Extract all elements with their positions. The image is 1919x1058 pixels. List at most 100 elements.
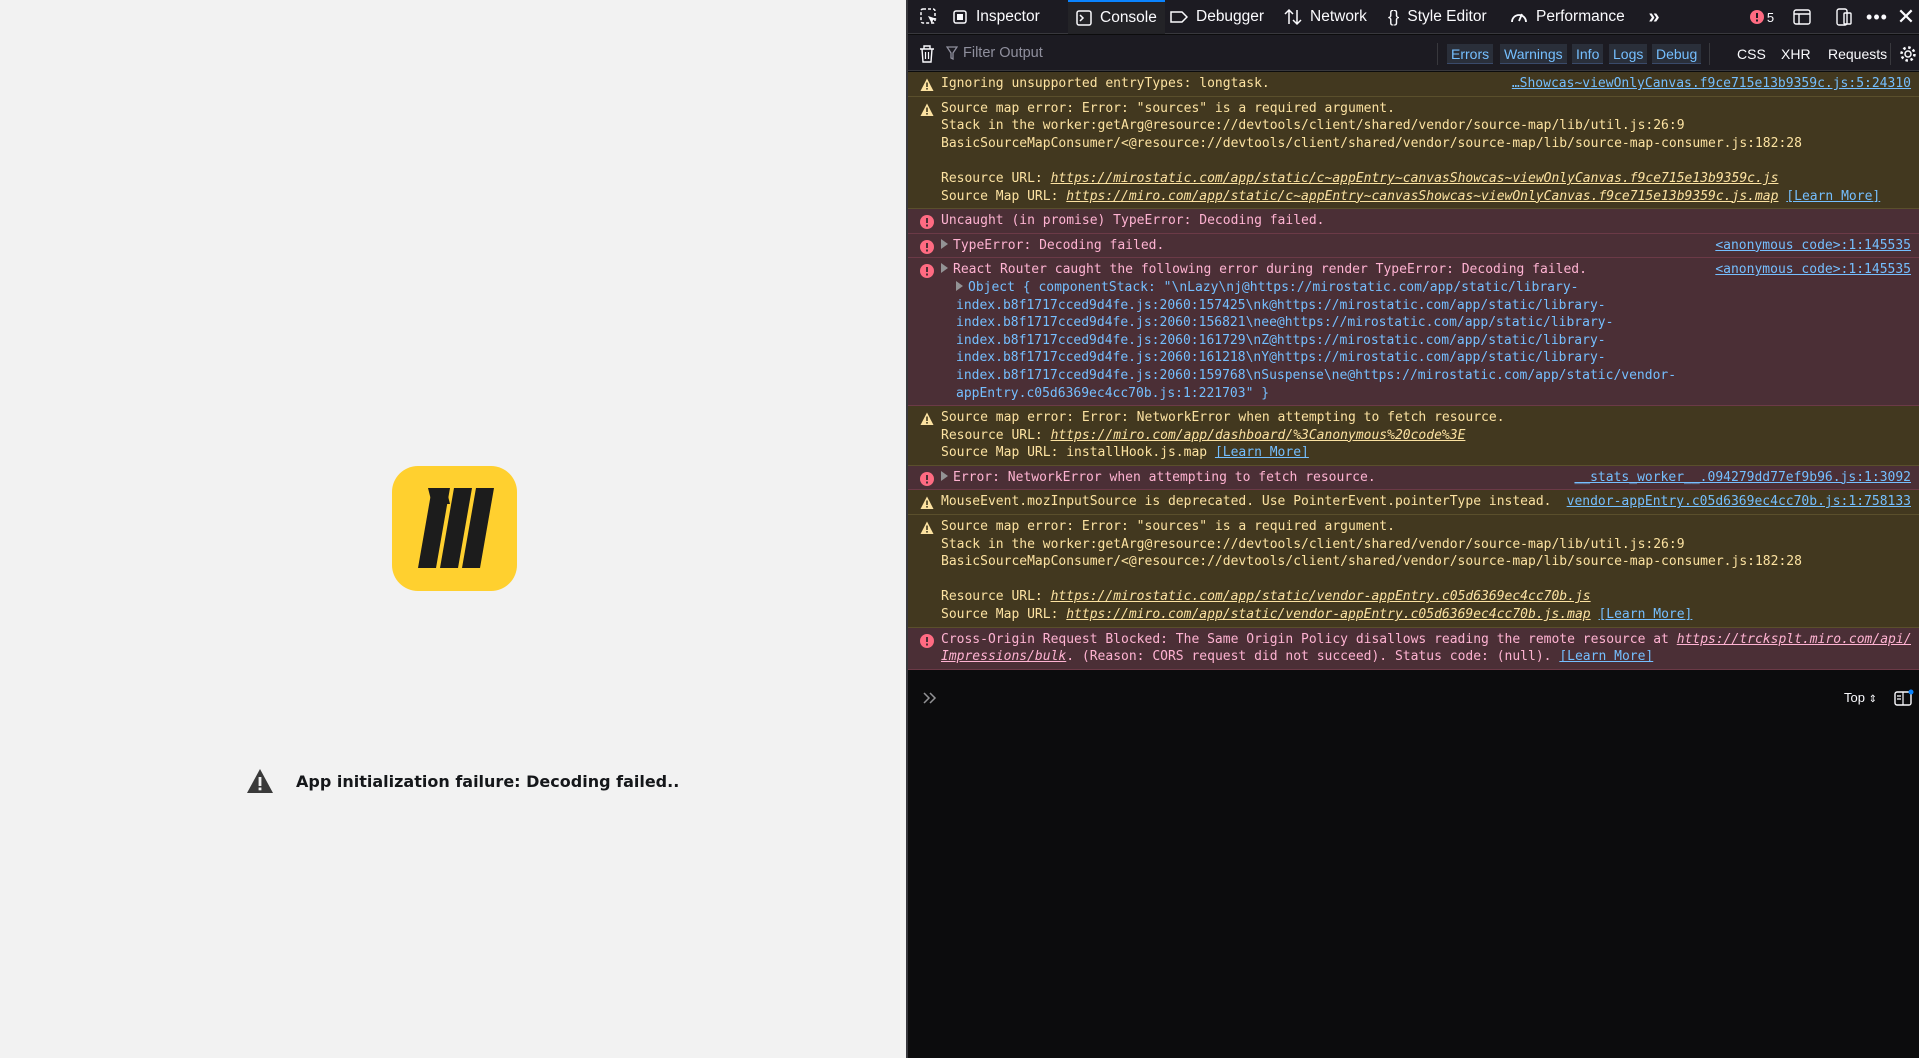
learn-more-link[interactable]: [Learn More]	[1559, 649, 1653, 664]
filter-css-button[interactable]: CSS	[1733, 44, 1770, 64]
tab-network[interactable]: Network	[1284, 0, 1367, 34]
source-map-url-link[interactable]: https://miro.com/app/static/c~appEntry~c…	[1066, 189, 1778, 204]
error-count: 5	[1766, 9, 1775, 25]
console-message-error: TypeError: Decoding failed. <anonymous c…	[908, 233, 1919, 259]
message-text: Source map error: Error: NetworkError wh…	[941, 410, 1505, 426]
filter-logs-button[interactable]: Logs	[1609, 44, 1648, 64]
message-text: Stack in the worker:getArg@resource://de…	[941, 536, 1685, 552]
message-source-link[interactable]: <anonymous code>:1:145535	[1715, 237, 1911, 255]
object-preview-line: index.b8f1717cced9d4fe.js:2060:161218\nY…	[956, 350, 1606, 366]
object-preview-line: appEntry.c05d6369ec4cc70b.js:1:221703" }	[956, 385, 1270, 401]
error-icon	[1749, 10, 1764, 24]
separator	[1709, 43, 1710, 65]
filter-debug-button[interactable]: Debug	[1652, 44, 1702, 64]
console-message-error: Uncaught (in promise) TypeError: Decodin…	[908, 209, 1919, 234]
close-icon[interactable]: ✕	[1893, 0, 1919, 34]
message-text: React Router caught the following error …	[953, 262, 1587, 278]
console-input-row[interactable]: Top ⇕	[908, 684, 1919, 714]
source-map-url-link[interactable]: https://miro.com/app/static/vendor-appEn…	[1066, 607, 1590, 622]
console-message-warning: MouseEvent.mozInputSource is deprecated.…	[908, 490, 1919, 516]
filter-warnings-button[interactable]: Warnings	[1500, 44, 1567, 64]
message-text: Source map error: Error: "sources" is a …	[941, 100, 1395, 116]
filter-errors-button[interactable]: Errors	[1447, 44, 1494, 64]
message-source-link[interactable]: __stats_worker__.094279dd77ef9b96.js:1:3…	[1574, 469, 1911, 487]
filter-output-input[interactable]	[963, 41, 1343, 65]
filter-icon	[946, 46, 958, 60]
message-source-link[interactable]: …Showcas~viewOnlyCanvas.f9ce715e13b9359c…	[1512, 75, 1911, 93]
sidebar-toggle-icon[interactable]	[1894, 689, 1914, 712]
console-message-warning: Source map error: Error: "sources" is a …	[908, 515, 1919, 628]
object-preview-line: index.b8f1717cced9d4fe.js:2060:157425\nk…	[956, 297, 1606, 313]
source-map-url-label: Source Map URL:	[941, 607, 1067, 623]
filter-xhr-button[interactable]: XHR	[1777, 44, 1815, 64]
message-source-link[interactable]: vendor-appEntry.c05d6369ec4cc70b.js:1:75…	[1567, 493, 1911, 511]
console-icon	[1076, 10, 1092, 26]
miro-logo-icon	[418, 488, 494, 568]
context-selector[interactable]: Top ⇕	[1844, 690, 1877, 705]
inspector-icon	[953, 10, 967, 24]
learn-more-link[interactable]: [Learn More]	[1215, 445, 1309, 460]
expand-object-icon[interactable]	[956, 280, 963, 291]
app-viewport: App initialization failure: Decoding fai…	[0, 0, 906, 1058]
clear-console-trash-icon[interactable]	[916, 37, 938, 71]
learn-more-link[interactable]: [Learn More]	[1598, 607, 1692, 622]
error-icon	[920, 471, 934, 486]
toolbox-layout-icon[interactable]	[1788, 0, 1816, 34]
resource-url-label: Resource URL:	[941, 427, 1051, 443]
error-count-badge[interactable]: 5	[1745, 0, 1779, 34]
object-preview-line: index.b8f1717cced9d4fe.js:2060:161729\nZ…	[956, 332, 1606, 348]
expand-toggle-icon[interactable]	[941, 263, 948, 274]
tab-style-editor[interactable]: {} Style Editor	[1388, 0, 1487, 34]
tab-console[interactable]: Console	[1068, 0, 1165, 34]
resource-url-link[interactable]: https://mirostatic.com/app/static/c~appE…	[1051, 171, 1779, 186]
console-message-error: Cross-Origin Request Blocked: The Same O…	[908, 627, 1919, 670]
devtools-panel: Inspector Console Debugger Network {} St…	[906, 0, 1919, 1058]
tab-debugger[interactable]: Debugger	[1170, 0, 1264, 34]
filter-requests-button[interactable]: Requests	[1824, 44, 1891, 64]
responsive-design-icon[interactable]	[1830, 0, 1858, 34]
separator	[1890, 43, 1891, 65]
error-icon	[920, 633, 934, 648]
more-options-icon[interactable]: •••	[1863, 0, 1891, 34]
resource-url-label: Resource URL:	[941, 589, 1051, 605]
console-output: Ignoring unsupported entryTypes: longtas…	[908, 72, 1919, 670]
resource-url-link[interactable]: https://miro.com/app/dashboard/%3Canonym…	[1051, 428, 1466, 443]
learn-more-link[interactable]: [Learn More]	[1786, 189, 1880, 204]
expand-toggle-icon[interactable]	[941, 238, 948, 249]
expand-toggle-icon[interactable]	[941, 470, 948, 481]
filter-info-button[interactable]: Info	[1572, 44, 1604, 64]
object-preview-line: index.b8f1717cced9d4fe.js:2060:156821\ne…	[956, 315, 1614, 331]
tab-inspector[interactable]: Inspector	[952, 0, 1040, 34]
error-icon	[920, 239, 934, 254]
tab-label: Style Editor	[1407, 8, 1487, 25]
source-map-url-label: Source Map URL:	[941, 188, 1067, 204]
resource-url-link[interactable]: https://mirostatic.com/app/static/vendor…	[1051, 589, 1591, 604]
console-message-warning: Source map error: Error: NetworkError wh…	[908, 406, 1919, 466]
message-source-link[interactable]: <anonymous code>:1:145535	[1715, 261, 1911, 279]
debugger-icon	[1170, 11, 1188, 23]
context-label: Top	[1844, 690, 1865, 705]
more-tabs-chevron-icon[interactable]: »	[1643, 0, 1665, 34]
message-text: . (Reason: CORS request did not succeed)…	[1066, 649, 1560, 665]
console-prompt-chevron-icon	[922, 690, 938, 711]
message-text: BasicSourceMapConsumer/<@resource://devt…	[941, 135, 1802, 151]
console-message-warning: Ignoring unsupported entryTypes: longtas…	[908, 72, 1919, 97]
network-icon	[1284, 8, 1302, 26]
blocked-resource-link[interactable]: Impressions/bulk	[941, 649, 1066, 664]
message-text: TypeError: Decoding failed.	[953, 237, 1165, 253]
message-text: Source map error: Error: "sources" is a …	[941, 519, 1395, 535]
console-message-error: Error: NetworkError when attempting to f…	[908, 465, 1919, 491]
devtools-toolbar: Inspector Console Debugger Network {} St…	[908, 0, 1919, 34]
object-preview-line: index.b8f1717cced9d4fe.js:2060:159768\nS…	[956, 367, 1677, 383]
element-picker-icon[interactable]	[914, 0, 944, 34]
console-settings-gear-icon[interactable]	[1897, 37, 1919, 71]
tab-label: Performance	[1536, 8, 1625, 25]
console-filter-bar: Errors Warnings Info Logs Debug CSS XHR …	[908, 35, 1919, 71]
tab-performance[interactable]: Performance	[1510, 0, 1625, 34]
object-preview[interactable]: Object { componentStack: "\nLazy\nj@http…	[968, 280, 1578, 295]
console-message-warning: Source map error: Error: "sources" is a …	[908, 96, 1919, 210]
miro-logo	[392, 466, 517, 591]
tab-label: Inspector	[976, 8, 1040, 25]
blocked-resource-link[interactable]: https://trcksplt.miro.com/api/test	[1677, 632, 1911, 647]
error-icon	[920, 215, 934, 230]
